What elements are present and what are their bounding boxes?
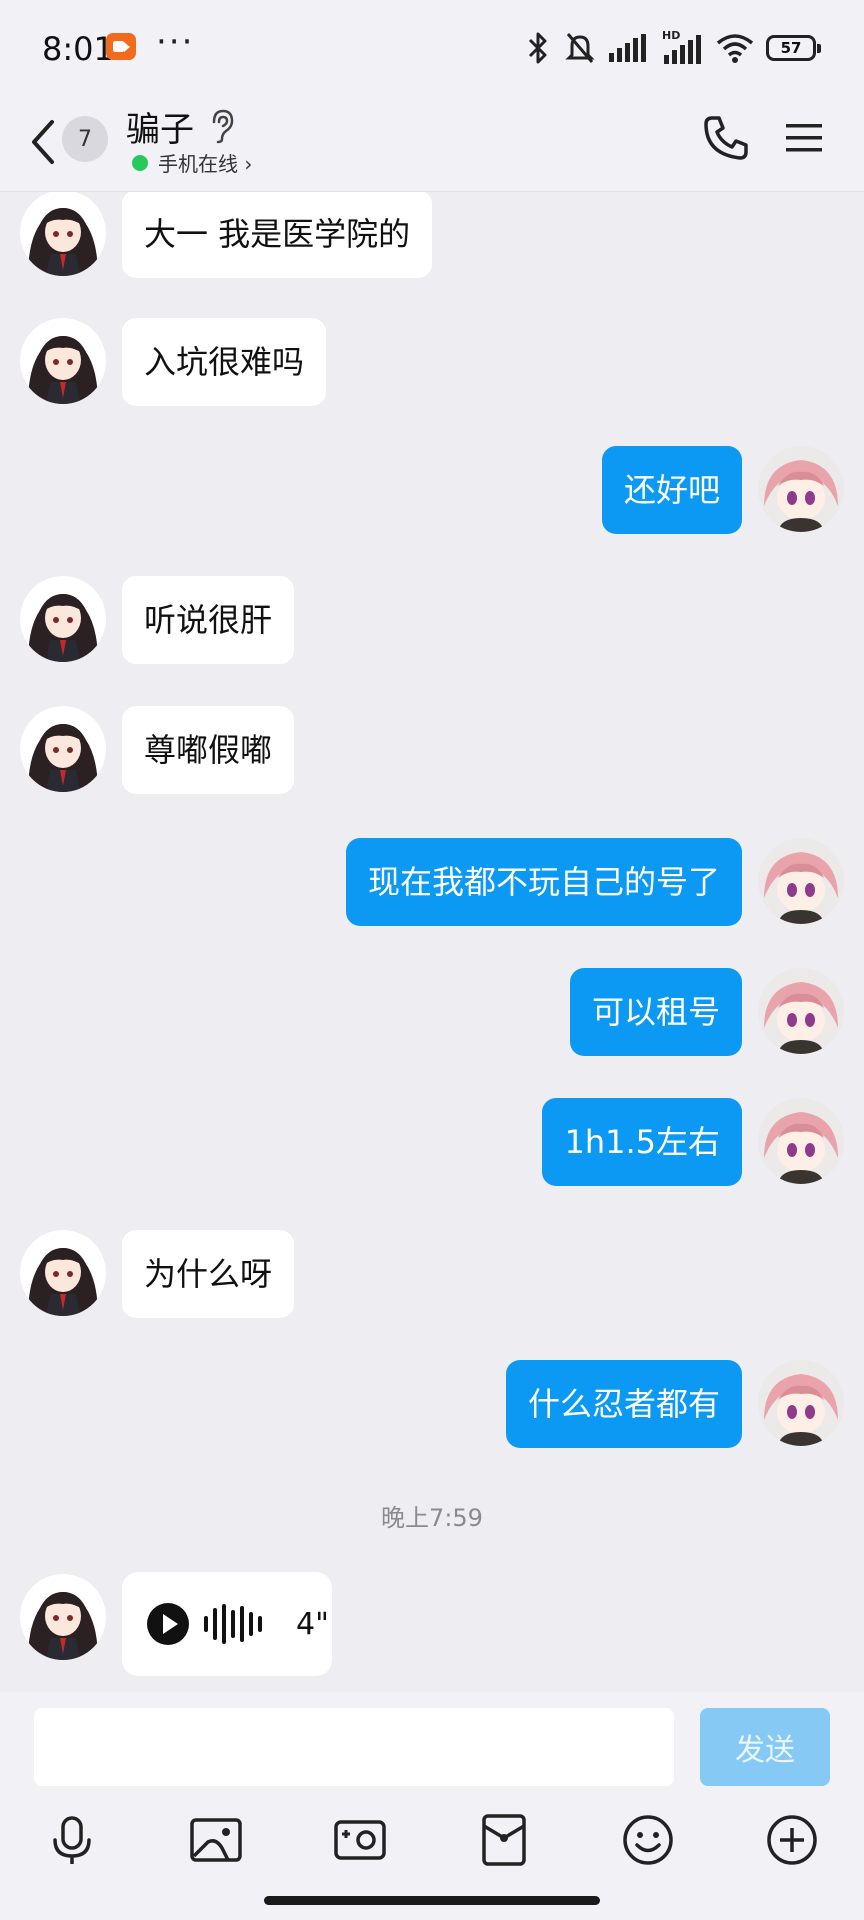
menu-button[interactable] [784, 118, 824, 158]
contact-avatar[interactable] [20, 1574, 106, 1660]
message-row: 为什么呀 [0, 1230, 864, 1320]
contact-avatar[interactable] [20, 192, 106, 276]
home-indicator[interactable] [264, 1896, 600, 1905]
message-row: 大一 我是医学院的 [0, 192, 864, 280]
wifi-icon [716, 34, 754, 63]
message-row: 1h1.5左右 [0, 1098, 864, 1188]
microphone-icon[interactable] [44, 1812, 100, 1868]
message-bubble[interactable]: 现在我都不玩自己的号了 [345, 838, 742, 926]
message-row: 尊嘟假嘟 [0, 706, 864, 796]
hd-signal-icon: HD [660, 29, 704, 65]
contact-avatar[interactable] [20, 1230, 106, 1316]
phone-call-button[interactable] [702, 114, 750, 162]
contact-avatar[interactable] [20, 318, 106, 404]
camera-icon[interactable] [332, 1812, 388, 1868]
voice-message-bubble[interactable]: 4" [122, 1572, 332, 1676]
voice-duration: 4" [296, 1606, 329, 1642]
my-avatar[interactable] [758, 1098, 844, 1184]
message-bubble[interactable]: 尊嘟假嘟 [122, 706, 295, 794]
message-row: 还好吧 [0, 446, 864, 536]
message-bubble[interactable]: 入坑很难吗 [122, 318, 327, 406]
contact-avatar[interactable] [20, 576, 106, 662]
chat-message-list[interactable]: 大一 我是医学院的 入坑很难吗 还好吧 听说很肝 尊嘟假嘟 现在我都不玩自己的号… [0, 192, 864, 1692]
more-notifications-icon: ··· [156, 22, 195, 62]
waveform-icon [204, 1604, 262, 1644]
play-icon[interactable] [146, 1602, 190, 1646]
signal-icon [609, 34, 646, 62]
emoji-icon[interactable] [620, 1812, 676, 1868]
online-dot [132, 154, 148, 171]
voice-message-row: 4" [0, 1572, 864, 1682]
message-input[interactable] [34, 1708, 674, 1786]
back-button[interactable] [22, 114, 62, 170]
my-avatar[interactable] [758, 446, 844, 532]
message-bubble[interactable]: 可以租号 [569, 968, 742, 1056]
message-bubble[interactable]: 听说很肝 [122, 576, 295, 664]
online-status-text: 手机在线 › [158, 152, 253, 176]
bluetooth-icon [528, 32, 547, 64]
plus-icon[interactable] [764, 1812, 820, 1868]
contact-avatar[interactable] [20, 706, 106, 792]
my-avatar[interactable] [758, 1360, 844, 1446]
mute-bell-icon [565, 33, 595, 63]
message-bubble[interactable]: 为什么呀 [122, 1230, 295, 1318]
status-time: 8:01 [42, 30, 114, 68]
message-row: 听说很肝 [0, 576, 864, 666]
my-avatar[interactable] [758, 968, 844, 1054]
status-bar: 8:01 ··· HD 57 [0, 0, 864, 96]
online-status-row[interactable]: 手机在线 › [132, 148, 252, 177]
message-timestamp: 晚上7:59 [381, 1504, 483, 1532]
message-bubble[interactable]: 大一 我是医学院的 [122, 192, 433, 278]
message-row: 可以租号 [0, 968, 864, 1058]
screen-record-icon [106, 33, 136, 60]
image-icon[interactable] [188, 1812, 244, 1868]
message-bubble[interactable]: 还好吧 [601, 446, 742, 534]
message-bubble[interactable]: 1h1.5左右 [542, 1098, 742, 1186]
ear-icon[interactable] [208, 108, 236, 144]
message-row: 入坑很难吗 [0, 318, 864, 408]
send-button[interactable]: 发送 [700, 1708, 830, 1786]
message-bubble[interactable]: 什么忍者都有 [505, 1360, 742, 1448]
message-row: 什么忍者都有 [0, 1360, 864, 1450]
contact-name[interactable]: 骗子 [126, 102, 194, 151]
battery-indicator: 57 [766, 35, 821, 61]
status-icons: HD 57 [524, 28, 821, 68]
red-packet-icon[interactable] [476, 1812, 532, 1868]
unread-count-badge[interactable]: 7 [62, 116, 108, 162]
my-avatar[interactable] [758, 838, 844, 924]
input-bar: 发送 [0, 1692, 864, 1802]
chat-header: 7 骗子 手机在线 › [0, 96, 864, 192]
message-row: 现在我都不玩自己的号了 [0, 838, 864, 928]
